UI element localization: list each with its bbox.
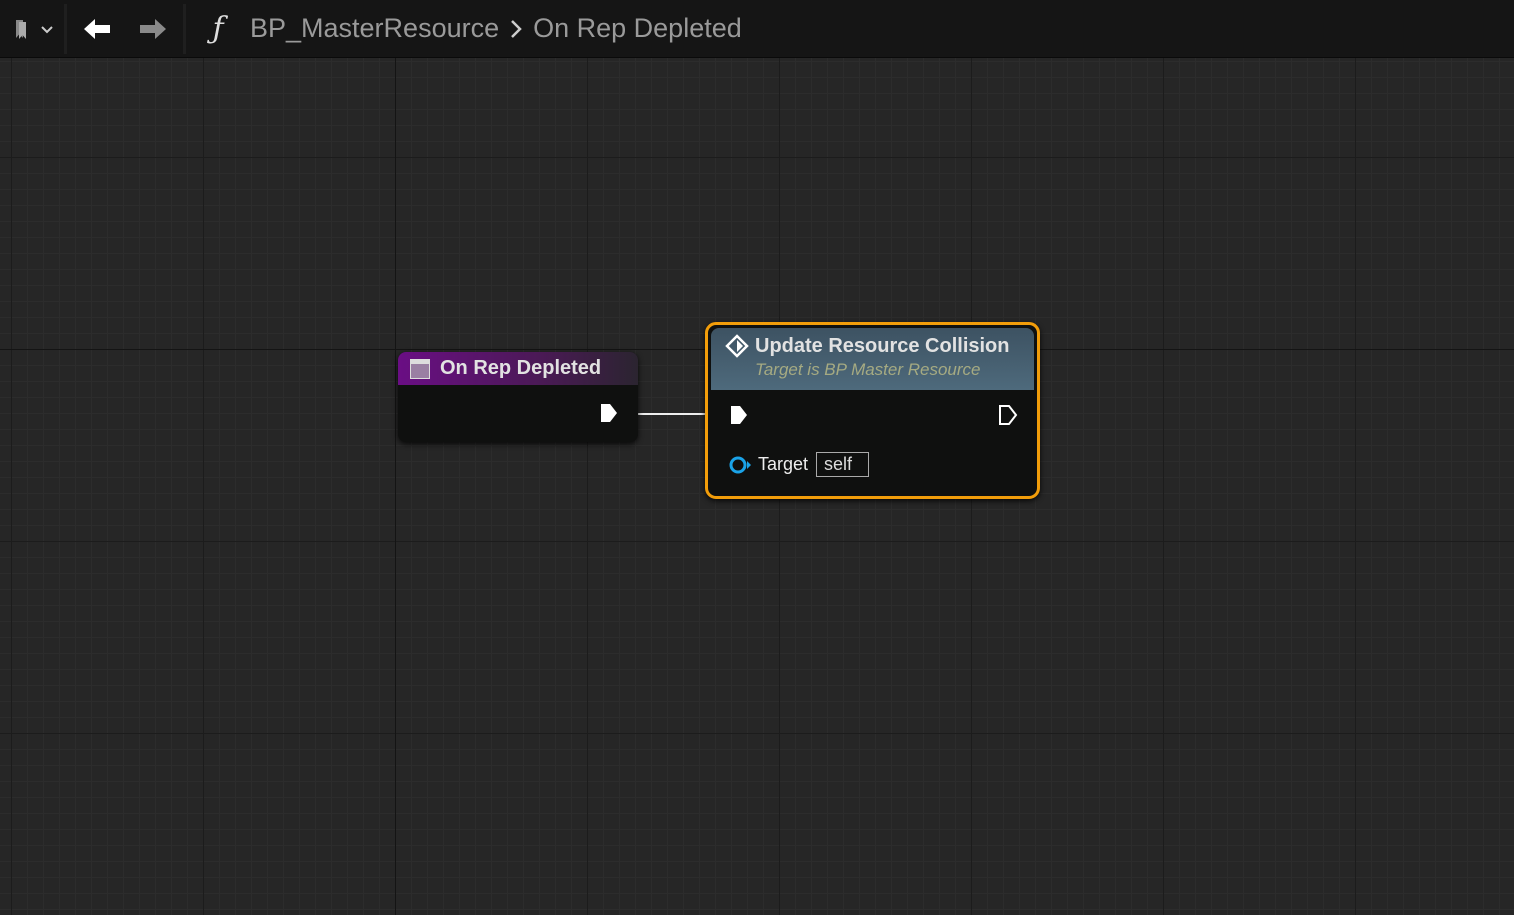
target-pin[interactable] [728, 455, 752, 475]
exec-out-pin[interactable] [997, 404, 1019, 426]
node-subtitle: Target is BP Master Resource [755, 360, 981, 379]
update-resource-collision-node[interactable]: Update Resource Collision Target is BP M… [705, 322, 1040, 499]
target-value-input[interactable]: self [816, 452, 870, 477]
exec-in-pin[interactable] [728, 404, 750, 426]
function-entry-node[interactable]: On Rep Depleted [398, 352, 638, 442]
function-call-icon [725, 334, 749, 358]
node-title: On Rep Depleted [440, 357, 602, 379]
node-title: Update Resource Collision [755, 334, 1010, 357]
function-entry-icon [410, 358, 430, 379]
exec-out-pin[interactable] [598, 402, 620, 424]
target-label: Target [758, 454, 809, 474]
